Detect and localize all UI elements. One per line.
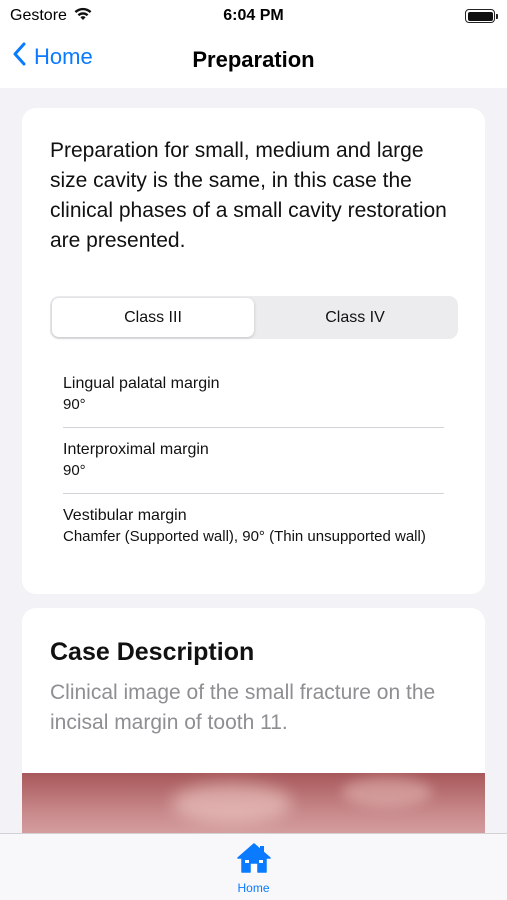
image-highlight [172, 783, 292, 823]
margin-list: Lingual palatal margin 90° Interproximal… [63, 362, 444, 559]
class-segmented-control[interactable]: Class III Class IV [50, 296, 458, 339]
row-label: Lingual palatal margin [63, 375, 220, 392]
tab-bar: Home [0, 833, 507, 900]
status-bar: Gestore 6:04 PM [0, 0, 507, 32]
case-description-card: Case Description Clinical image of the s… [22, 608, 485, 833]
row-value: Chamfer (Supported wall), 90° (Thin unsu… [63, 528, 426, 545]
back-button[interactable]: Home [12, 42, 93, 72]
clinical-image [22, 773, 485, 833]
row-value: 90° [63, 462, 86, 479]
navigation-bar: Home Preparation [0, 32, 507, 88]
content-scroll[interactable]: Preparation for small, medium and large … [0, 88, 507, 833]
list-item: Lingual palatal margin 90° [63, 362, 444, 428]
row-label: Interproximal margin [63, 441, 209, 458]
segment-class-iii[interactable]: Class III [52, 298, 254, 337]
battery-icon [465, 9, 498, 23]
preparation-card: Preparation for small, medium and large … [22, 108, 485, 594]
house-icon [236, 842, 272, 879]
battery-fill [467, 11, 493, 21]
list-item: Vestibular margin Chamfer (Supported wal… [63, 494, 444, 559]
status-left: Gestore [10, 6, 93, 26]
image-highlight [342, 777, 432, 807]
segment-class-iv[interactable]: Class IV [254, 298, 456, 337]
tab-home[interactable]: Home [236, 842, 272, 900]
row-label: Vestibular margin [63, 507, 187, 524]
screen: Gestore 6:04 PM Home Preparation Prepara… [0, 0, 507, 900]
case-title: Case Description [50, 638, 255, 666]
wifi-icon [73, 6, 93, 26]
tab-label: Home [237, 881, 270, 895]
list-item: Interproximal margin 90° [63, 428, 444, 494]
intro-text: Preparation for small, medium and large … [50, 139, 447, 252]
row-value: 90° [63, 396, 86, 413]
back-button-label: Home [34, 44, 93, 69]
case-description: Clinical image of the small fracture on … [50, 681, 436, 734]
chevron-left-icon [12, 42, 34, 72]
carrier-label: Gestore [10, 7, 67, 24]
